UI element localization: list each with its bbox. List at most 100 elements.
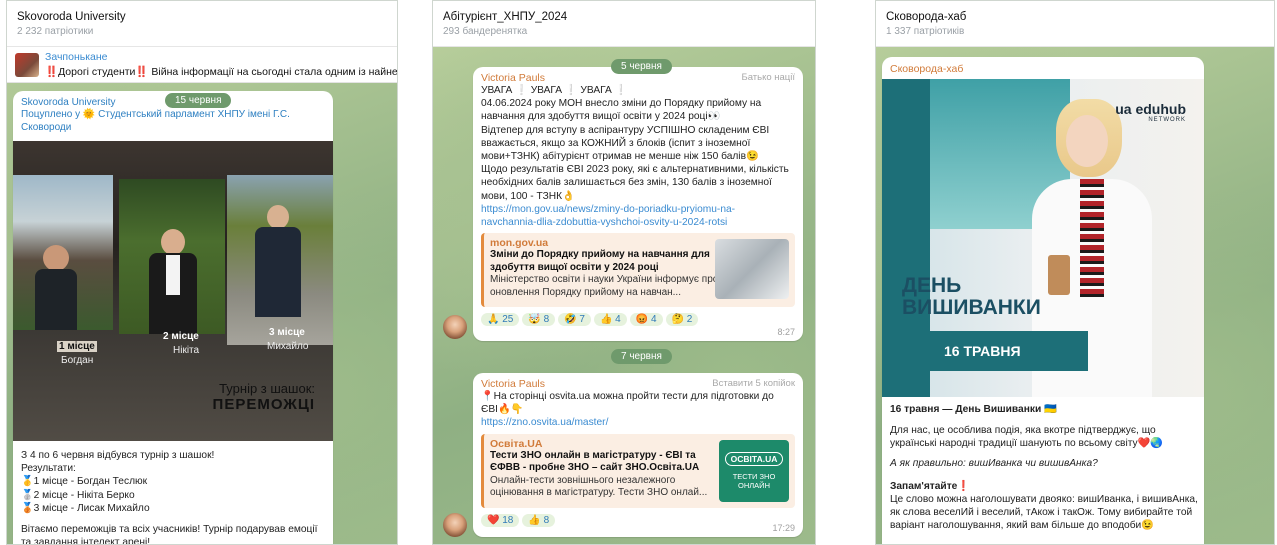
sender-avatar[interactable] — [443, 513, 467, 537]
reaction-chip[interactable]: 🤯 8 — [522, 313, 556, 327]
message-line: мови+ТЗНК) абітурієнт отримав не менше н… — [481, 151, 759, 163]
place-label-1: 1 місце — [57, 341, 97, 352]
message-text: УВАГА ❕ УВАГА ❕ УВАГА ❕ 04.06.2024 року … — [481, 84, 795, 229]
eduhub-brand: ua eduhub — [1115, 101, 1186, 117]
message-link[interactable]: navchannia-dlia-zdobuttia-vyshchoi-osvit… — [481, 216, 795, 229]
pinned-thumbnail — [15, 53, 39, 77]
chat-panel-abiturient: Абітурієнт_ХНПУ_2024 293 бандеренятка Vi… — [432, 0, 816, 545]
poster-title-line-1: ДЕНЬ — [902, 274, 962, 297]
sender-avatar[interactable] — [443, 315, 467, 339]
post-text: З 4 по 6 червня відбувся турнір з шашок!… — [21, 449, 327, 545]
preview-thumbnail: ОСВІТА.UA ТЕСТИ ЗНО ОНЛАЙН — [719, 439, 789, 502]
message-text: 📍На сторінці osvita.ua можна пройти тест… — [481, 390, 795, 430]
woman-face — [1066, 115, 1108, 167]
message-bubble[interactable]: Сковорода-хаб ua eduhub NETWORK ДЕНЬ ВИШ… — [882, 57, 1204, 544]
date-pill: 7 червня — [611, 349, 672, 364]
message-bubble[interactable]: Victoria Pauls Батько нації УВАГА ❕ УВАГ… — [473, 67, 803, 341]
place-name-3: Михайло — [267, 341, 309, 352]
reaction-chip[interactable]: 🤣 7 — [558, 313, 591, 327]
reactions: ❤️ 18 👍 8 — [481, 513, 795, 527]
embroidery-pattern — [1080, 179, 1104, 299]
message-line: Щодо результатів ЄВІ 2023 року, які є ал… — [481, 164, 789, 176]
osvita-logo: ОСВІТА.UA — [725, 451, 783, 466]
message-line: 04.06.2024 року МОН внесло зміни до Поря… — [481, 98, 762, 110]
link-preview[interactable]: mon.gov.ua Зміни до Порядку прийому на н… — [481, 233, 795, 308]
post-text: 16 травня — День Вишиванки 🇺🇦 Для нас, ц… — [890, 403, 1198, 533]
post-line: Результати: — [21, 463, 76, 475]
link-preview[interactable]: Освіта.UA Тести ЗНО онлайн в магістратур… — [481, 433, 795, 508]
reaction-chip[interactable]: 🤔 2 — [665, 313, 699, 327]
pinned-text: ‼️Дорогі студенти‼️ Війна інформації на … — [45, 66, 397, 78]
winner-photo-1 — [119, 179, 225, 334]
pinned-title: Зачпонькане — [45, 51, 108, 63]
message-bubble[interactable]: Victoria Pauls Вставити 5 копійок 📍На ст… — [473, 373, 803, 537]
chat-subtitle: 2 232 патріотики — [17, 26, 94, 37]
preview-title: Тести ЗНО онлайн в магістратуру - ЄВІ та… — [490, 449, 700, 474]
reaction-chip[interactable]: 👍 4 — [593, 313, 627, 327]
chat-title: Сковорода-хаб — [886, 11, 967, 23]
poster-date: 16 ТРАВНЯ — [882, 331, 1088, 371]
message-line: вважається, якщо за КОЖНИЙ з блоків (ісп… — [481, 137, 751, 149]
message-time: 8:27 — [777, 327, 795, 337]
date-pill: 15 червня — [165, 93, 232, 108]
banner-line-1: Турнір з шашок: — [219, 381, 315, 396]
post-question: А як правильно: вишИванка чи вишивАнка? — [890, 457, 1098, 469]
chat-title: Skovoroda University — [17, 11, 126, 23]
sender-badge: Вставити 5 копійок — [712, 378, 795, 389]
result-2: 🥈2 місце - Нікіта Берко — [21, 489, 135, 501]
message-time: 17:29 — [772, 523, 795, 533]
message-line: 📍На сторінці osvita.ua можна пройти тест… — [481, 391, 774, 402]
post-caption: 16 травня — День Вишиванки 🇺🇦 — [890, 404, 1057, 415]
forwarded-from[interactable]: Поцуплено у 🌞 Студентський парламент ХНП… — [21, 108, 325, 134]
chat-header[interactable]: Сковорода-хаб 1 337 патріотиків — [876, 1, 1274, 47]
message-line: Відтепер для вступу в аспірантуру УСПІШН… — [481, 124, 770, 136]
result-1: 🥇1 місце - Богдан Теслюк — [21, 476, 148, 488]
chat-panel-skovoroda-hub: Сковорода-хаб 1 337 патріотиків Сковород… — [875, 0, 1275, 545]
banner: Турнір з шашок: ПЕРЕМОЖЦІ — [213, 381, 315, 413]
message-line: необхідних балів залишається без змін, 1… — [481, 177, 772, 189]
chat-header[interactable]: Абітурієнт_ХНПУ_2024 293 бандеренятка — [433, 1, 815, 47]
message-link[interactable]: https://zno.osvita.ua/master/ — [481, 416, 795, 429]
message-line: мови, 100 - ТЗНК👌 — [481, 190, 575, 202]
eduhub-sub: NETWORK — [1148, 117, 1186, 123]
poster-title: ДЕНЬ ВИШИВАНКИ — [902, 275, 1041, 319]
preview-description: Міністерство освіти і науки України інфо… — [490, 274, 719, 298]
reaction-chip[interactable]: 👍 8 — [522, 513, 556, 527]
message-line: ЄВІ🔥👇 — [481, 404, 524, 416]
preview-description: Онлайн-тести зовнішнього незалежного оці… — [490, 474, 708, 499]
reaction-chip[interactable]: 🙏 25 — [481, 313, 520, 327]
preview-title: Зміни до Порядку прийому на навчання для… — [490, 249, 710, 273]
eduhub-logo: ua eduhub NETWORK — [1115, 101, 1186, 123]
message-sender[interactable]: Сковорода-хаб — [890, 63, 1196, 75]
message-bubble[interactable]: Skovoroda University Поцуплено у 🌞 Студе… — [13, 91, 333, 545]
post-footer: Вітаємо переможців та всіх учасників! Ту… — [21, 524, 318, 545]
place-label-3: 3 місце — [269, 327, 305, 338]
sender-badge: Батько нації — [741, 72, 795, 83]
message-line: УВАГА ❕ УВАГА ❕ УВАГА ❕ — [481, 85, 628, 96]
poster-image[interactable]: ua eduhub NETWORK ДЕНЬ ВИШИВАНКИ 16 ТРАВ… — [882, 79, 1204, 397]
message-line: навчання для здобуття вищої освіти у 202… — [481, 111, 721, 123]
post-photo[interactable]: 1 місце Богдан 2 місце Нікіта 3 місце Ми… — [13, 141, 333, 441]
chat-title: Абітурієнт_ХНПУ_2024 — [443, 11, 568, 23]
preview-thumbnail — [715, 239, 789, 300]
chat-panel-skovoroda-university: Skovoroda University 2 232 патріотики За… — [6, 0, 398, 545]
result-3: 🥉3 місце - Лисак Михайло — [21, 502, 150, 514]
post-line: З 4 по 6 червня відбувся турнір з шашок! — [21, 450, 215, 461]
post-remember: Запам'ятайте❗ — [890, 480, 971, 492]
poster-title-line-2: ВИШИВАНКИ — [902, 296, 1041, 319]
chat-header[interactable]: Skovoroda University 2 232 патріотики — [7, 1, 397, 47]
post-paragraph: Це слово можна наголошувати двояко: вишИ… — [890, 494, 1198, 532]
pinned-message-bar[interactable]: Зачпонькане ‼️Дорогі студенти‼️ Війна ін… — [7, 47, 397, 83]
chat-subtitle: 293 бандеренятка — [443, 26, 528, 37]
coffee-cup — [1048, 255, 1070, 295]
winner-photo-2 — [227, 175, 333, 345]
reactions: 🙏 25 🤯 8 🤣 7 👍 4 😡 4 🤔 2 — [481, 313, 795, 327]
date-pill: 5 червня — [611, 59, 672, 74]
place-name-2: Нікіта — [173, 345, 200, 356]
chat-subtitle: 1 337 патріотиків — [886, 26, 965, 37]
reaction-chip[interactable]: ❤️ 18 — [481, 513, 520, 527]
post-paragraph: Для нас, це особлива подія, яка вкотре п… — [890, 425, 1163, 450]
message-link[interactable]: https://mon.gov.ua/news/zminy-do-poriadk… — [481, 203, 795, 216]
thumbnail-caption: ТЕСТИ ЗНО ОНЛАЙН — [732, 471, 776, 490]
reaction-chip[interactable]: 😡 4 — [629, 313, 663, 327]
